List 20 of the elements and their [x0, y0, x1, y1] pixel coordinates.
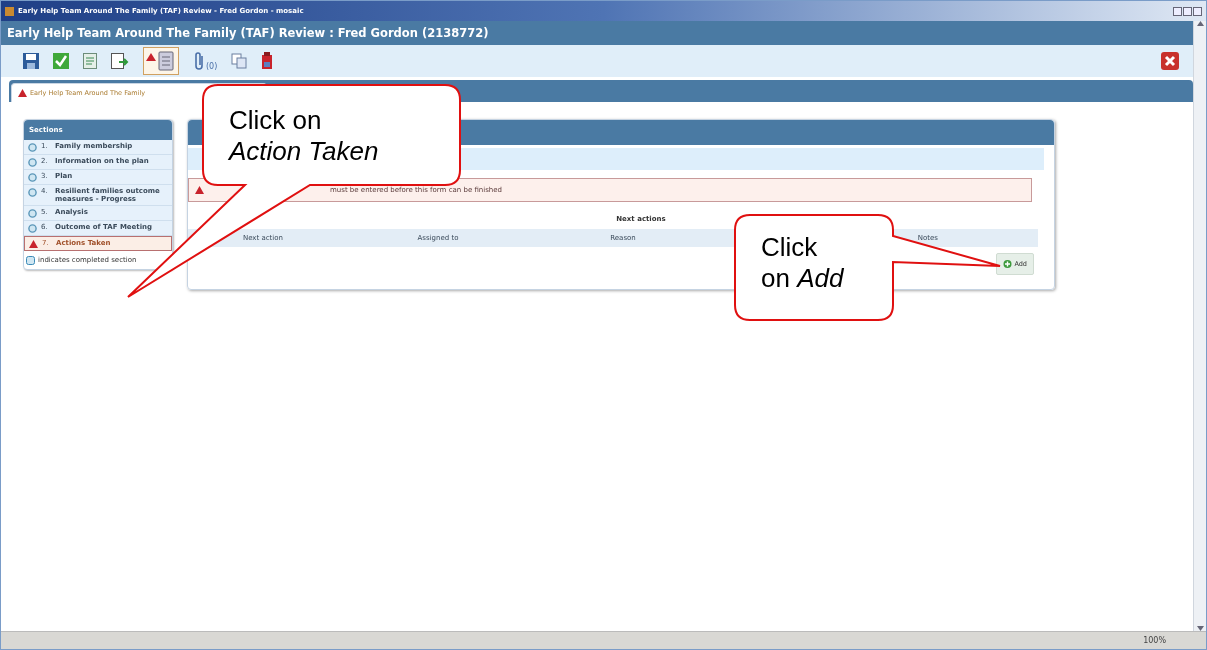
check-icon[interactable] [53, 53, 69, 69]
scrollbar[interactable] [1193, 21, 1206, 631]
copy-icon[interactable] [231, 53, 248, 69]
attachment-count: (0) [206, 62, 218, 71]
export-icon[interactable] [111, 52, 129, 70]
callout-text: Click on Add [761, 232, 844, 295]
delete-icon[interactable] [261, 52, 274, 70]
warnings-toggle[interactable] [143, 47, 179, 75]
add-icon [1003, 259, 1013, 269]
callout-text: Click on Action Taken [229, 105, 379, 168]
window-controls-icon[interactable] [1173, 6, 1202, 16]
app-icon [5, 6, 14, 16]
save-icon[interactable] [23, 53, 39, 69]
warning-icon [195, 186, 204, 194]
zoom-control[interactable]: 100% [1143, 636, 1166, 645]
paperclip-icon[interactable] [193, 51, 205, 71]
close-icon[interactable] [1161, 52, 1179, 70]
window-title: Early Help Team Around The Family (TAF) Review : Fred Gordon (2138772) [7, 26, 489, 40]
completed-icon [26, 256, 35, 265]
document-icon[interactable] [83, 53, 97, 69]
